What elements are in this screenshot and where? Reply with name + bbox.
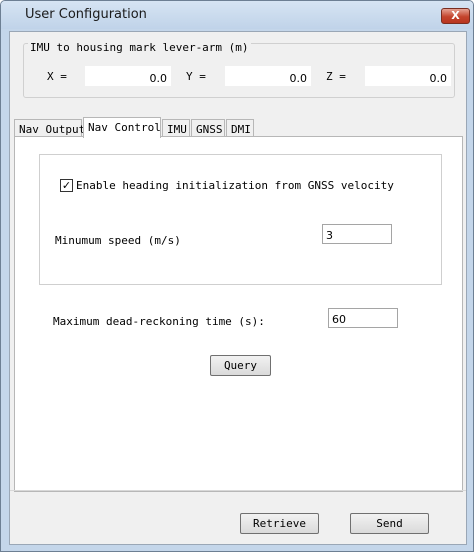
- window-title: User Configuration: [25, 7, 147, 22]
- footer-divider: [10, 490, 466, 491]
- tab-gnss[interactable]: GNSS: [191, 119, 225, 137]
- tab-strip: Nav Output Nav Control IMU GNSS DMI: [14, 117, 462, 138]
- min-speed-field[interactable]: [322, 224, 392, 244]
- heading-init-group: [39, 154, 442, 285]
- close-icon: X: [451, 9, 460, 22]
- dialog-body: IMU to housing mark lever-arm (m) X = Y …: [9, 31, 467, 545]
- heading-init-checkbox[interactable]: ✓: [60, 179, 73, 192]
- tab-imu[interactable]: IMU: [162, 119, 190, 137]
- nav-control-page: ✓ Enable heading initialization from GNS…: [14, 136, 463, 492]
- tab-nav-control[interactable]: Nav Control: [83, 117, 161, 138]
- close-button[interactable]: X: [441, 8, 470, 24]
- checkmark-icon: ✓: [61, 179, 72, 192]
- x-label: X =: [47, 70, 67, 83]
- lever-arm-group-label: IMU to housing mark lever-arm (m): [28, 41, 251, 54]
- max-dead-reckoning-label: Maximum dead-reckoning time (s):: [53, 315, 265, 328]
- lever-arm-x-field[interactable]: [85, 66, 171, 86]
- query-button[interactable]: Query: [210, 355, 271, 376]
- min-speed-label: Minumum speed (m/s): [55, 234, 181, 247]
- max-dead-reckoning-field[interactable]: [328, 308, 398, 328]
- user-configuration-window: User Configuration X IMU to housing mark…: [0, 0, 474, 552]
- z-label: Z =: [326, 70, 346, 83]
- tab-dmi[interactable]: DMI: [226, 119, 254, 137]
- tab-nav-output[interactable]: Nav Output: [14, 119, 85, 137]
- y-label: Y =: [186, 70, 206, 83]
- title-bar[interactable]: User Configuration X: [1, 1, 473, 29]
- retrieve-button[interactable]: Retrieve: [240, 513, 319, 534]
- heading-init-label[interactable]: Enable heading initialization from GNSS …: [76, 179, 394, 192]
- lever-arm-z-field[interactable]: [365, 66, 451, 86]
- lever-arm-y-field[interactable]: [225, 66, 311, 86]
- send-button[interactable]: Send: [350, 513, 429, 534]
